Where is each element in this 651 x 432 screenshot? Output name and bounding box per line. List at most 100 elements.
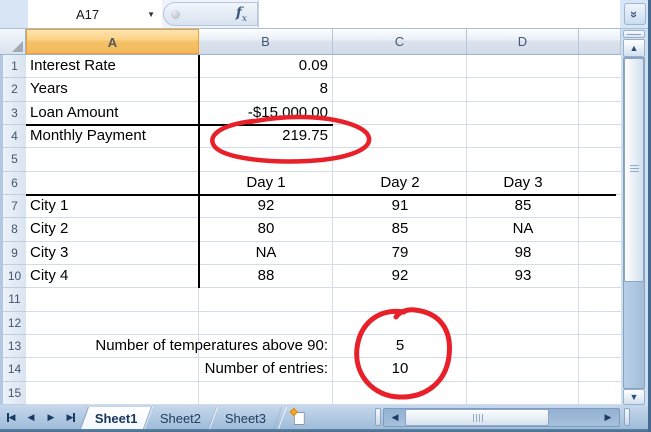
cell-C6[interactable]: Day 2 [333,172,467,195]
cell-B4[interactable]: 219.75 [199,125,333,148]
column-header-A[interactable]: A [26,29,199,54]
select-all-triangle-icon [12,41,23,52]
sheet-tab-label: Sheet3 [225,411,266,426]
cell-D7[interactable]: 85 [467,195,579,218]
row-header-7[interactable]: 7 [3,195,26,218]
row-header-5[interactable]: 5 [3,148,26,171]
vertical-split-handle[interactable] [623,30,645,38]
cell-grid[interactable]: Interest Rate0.09Years8Loan Amount-$15,0… [26,55,621,405]
arrow-left-icon: ◀ [392,412,399,423]
insert-function-button[interactable]: fx [163,2,258,26]
cell-A13[interactable]: Number of temperatures above 90: [26,335,333,358]
row-header-8[interactable]: 8 [3,218,26,241]
vertical-scroll-track[interactable] [623,57,645,389]
select-all-button[interactable] [0,29,26,55]
cell-C13[interactable]: 5 [333,335,467,358]
column-header-partial[interactable] [579,29,621,54]
cell-C9[interactable]: 79 [333,242,467,265]
insert-worksheet-button[interactable] [278,407,320,429]
cell-D10[interactable]: 93 [467,265,579,288]
expand-formula-bar-button[interactable]: » [624,3,646,25]
cell-border [26,124,333,126]
cell-C7[interactable]: 91 [333,195,467,218]
arrow-right-icon: ▶ [67,412,74,423]
column-header-B[interactable]: B [199,29,333,54]
row-header-11[interactable]: 11 [3,288,26,311]
cell-B2[interactable]: 8 [199,78,333,101]
next-sheet-button[interactable]: ▶ [44,409,58,425]
row-header-1[interactable]: 1 [3,55,26,78]
row-headers: 123456789101112131415 [0,55,26,405]
sheet-tab-label: Sheet1 [95,411,138,426]
arrow-right-icon: ▶ [48,412,55,423]
cell-B1[interactable]: 0.09 [199,55,333,78]
sheet-tab-sheet1[interactable]: Sheet1 [80,407,152,429]
column-header-C[interactable]: C [333,29,467,54]
cell-B7[interactable]: 92 [199,195,333,218]
arrow-down-icon: ▼ [630,392,639,402]
formula-input[interactable] [258,0,620,28]
tab-split-handle[interactable] [375,408,381,426]
cell-A7[interactable]: City 1 [26,195,199,218]
cell-C8[interactable]: 85 [333,218,467,241]
cell-B9[interactable]: NA [199,242,333,265]
horizontal-split-handle[interactable] [624,408,630,426]
name-box-dropdown-icon[interactable]: ▼ [147,10,162,19]
cell-A4[interactable]: Monthly Payment [26,125,199,148]
row-header-2[interactable]: 2 [3,78,26,101]
column-header-D[interactable]: D [467,29,579,54]
cell-D9[interactable]: 98 [467,242,579,265]
cell-A9[interactable]: City 3 [26,242,199,265]
cell-A2[interactable]: Years [26,78,199,101]
sparkle-icon [290,407,298,415]
row-header-3[interactable]: 3 [3,102,26,125]
cell-D8[interactable]: NA [467,218,579,241]
sheet-tab-sheet2[interactable]: Sheet2 [144,407,217,429]
cell-D6[interactable]: Day 3 [467,172,579,195]
last-sheet-button[interactable]: ▶ [64,409,78,425]
name-box[interactable]: A17 ▼ [28,0,162,28]
cell-A1[interactable]: Interest Rate [26,55,199,78]
sheet-tab-label: Sheet2 [160,411,201,426]
vertical-scrollbar[interactable]: ▲ ▼ [621,29,648,405]
name-box-value: A17 [28,7,147,22]
scroll-down-button[interactable]: ▼ [623,389,645,405]
arrow-left-icon: ◀ [28,412,35,423]
row-header-9[interactable]: 9 [3,242,26,265]
scroll-left-button[interactable]: ◀ [386,409,404,426]
first-sheet-button[interactable]: ◀ [4,409,18,425]
row-header-4[interactable]: 4 [3,125,26,148]
cell-A14[interactable]: Number of entries: [26,358,333,381]
previous-sheet-button[interactable]: ◀ [24,409,38,425]
row-header-14[interactable]: 14 [3,358,26,381]
sheet-tab-sheet3[interactable]: Sheet3 [209,407,282,429]
row-header-6[interactable]: 6 [3,172,26,195]
horizontal-scrollbar[interactable]: ◀ ▶ [383,408,620,427]
cell-A10[interactable]: City 4 [26,265,199,288]
horizontal-scroll-thumb[interactable] [405,409,549,426]
cell-B10[interactable]: 88 [199,265,333,288]
thumb-grip-icon [473,414,484,422]
cell-border [26,194,616,196]
scroll-up-button[interactable]: ▲ [623,39,645,57]
row-header-10[interactable]: 10 [3,265,26,288]
cell-C10[interactable]: 92 [333,265,467,288]
cell-B8[interactable]: 80 [199,218,333,241]
fx-x: x [242,14,247,24]
vertical-scroll-thumb[interactable] [624,58,644,282]
cell-border [198,55,200,288]
arrow-left-icon: ◀ [9,412,16,423]
column-headers: ABCD [26,29,621,55]
cell-B3[interactable]: -$15,000.00 [199,102,333,125]
cell-C14[interactable]: 10 [333,358,467,381]
cell-B6[interactable]: Day 1 [199,172,333,195]
row-header-13[interactable]: 13 [3,335,26,358]
scroll-right-button[interactable]: ▶ [599,409,617,426]
cell-A3[interactable]: Loan Amount [26,102,199,125]
fx-icon: fx [236,4,247,24]
formula-bar-handle-icon [171,10,180,19]
cell-A8[interactable]: City 2 [26,218,199,241]
row-header-12[interactable]: 12 [3,312,26,335]
row-header-15[interactable]: 15 [3,382,26,405]
last-bar-icon [73,413,75,422]
